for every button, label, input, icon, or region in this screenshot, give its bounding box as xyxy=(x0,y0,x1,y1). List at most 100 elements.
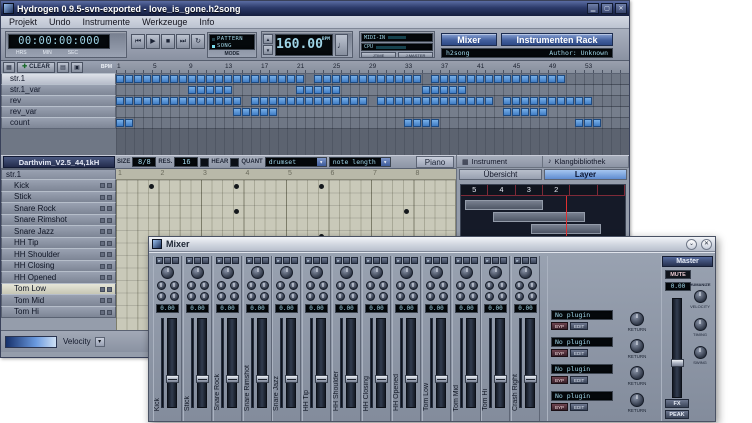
loop-button[interactable]: ↻ xyxy=(191,34,205,49)
volume-fader[interactable] xyxy=(167,318,177,408)
bpm-display[interactable]: 160.00BPM xyxy=(275,34,333,56)
solo-button[interactable] xyxy=(351,257,358,264)
maximize-button[interactable]: ▢ xyxy=(601,3,613,14)
fx-send-knob[interactable] xyxy=(366,292,375,301)
solo-button[interactable] xyxy=(262,257,269,264)
pattern-block[interactable] xyxy=(332,97,340,105)
pattern-ruler[interactable]: 12345678 xyxy=(116,169,456,180)
mixer-titlebar[interactable]: Mixer ⌄ ✕ xyxy=(149,237,715,252)
fx-bypass-button[interactable]: BYP xyxy=(551,349,568,357)
song-grid-row[interactable] xyxy=(116,96,629,107)
fader-handle[interactable] xyxy=(465,375,478,383)
sample-play-button[interactable]: ▸ xyxy=(156,257,163,264)
pattern-block[interactable] xyxy=(548,97,556,105)
layer-cell[interactable] xyxy=(570,185,597,195)
sample-play-button[interactable]: ▸ xyxy=(305,257,312,264)
pattern-block[interactable] xyxy=(512,108,520,116)
pan-knob[interactable] xyxy=(251,266,264,279)
mute-button[interactable] xyxy=(194,257,201,264)
instrument-solo-button[interactable] xyxy=(107,310,112,315)
fx-send-knob[interactable] xyxy=(379,281,388,290)
mute-button[interactable] xyxy=(254,257,261,264)
fx-return-knob[interactable] xyxy=(630,312,644,326)
pattern-block[interactable] xyxy=(458,86,466,94)
pattern-block[interactable] xyxy=(386,75,394,83)
sample-play-button[interactable]: ▸ xyxy=(186,257,193,264)
fx-send-knob[interactable] xyxy=(409,292,418,301)
pattern-block[interactable] xyxy=(485,75,493,83)
menu-werkzeuge[interactable]: Werkzeuge xyxy=(136,16,193,29)
mute-button[interactable] xyxy=(463,257,470,264)
pan-knob[interactable] xyxy=(430,266,443,279)
fx-send-knob[interactable] xyxy=(187,292,196,301)
fx-return-knob[interactable] xyxy=(630,393,644,407)
pattern-block[interactable] xyxy=(260,108,268,116)
pattern-block[interactable] xyxy=(233,75,241,83)
fx-send-knob[interactable] xyxy=(319,281,328,290)
pattern-block[interactable] xyxy=(260,75,268,83)
fx-send-knob[interactable] xyxy=(439,281,448,290)
hear-notes-toggle[interactable] xyxy=(200,158,209,167)
pattern-block[interactable] xyxy=(440,75,448,83)
instrument-mute-button[interactable] xyxy=(100,298,105,303)
pattern-block[interactable] xyxy=(314,86,322,94)
fader-handle[interactable] xyxy=(315,375,328,383)
pattern-block[interactable] xyxy=(170,97,178,105)
fx-send-knob[interactable] xyxy=(336,281,345,290)
draw-mode-button[interactable]: ▤ xyxy=(57,62,69,73)
fx-send-knob[interactable] xyxy=(515,281,524,290)
solo-button[interactable] xyxy=(530,257,537,264)
pattern-block[interactable] xyxy=(323,86,331,94)
fx-bypass-button[interactable]: BYP xyxy=(551,322,568,330)
pattern-block[interactable] xyxy=(512,97,520,105)
pattern-block[interactable] xyxy=(287,75,295,83)
volume-fader[interactable] xyxy=(466,318,476,408)
mute-button[interactable] xyxy=(224,257,231,264)
pan-knob[interactable] xyxy=(340,266,353,279)
swing-knob[interactable] xyxy=(694,346,707,359)
mixer-toggle-button[interactable]: Mixer xyxy=(441,33,497,46)
pattern-block[interactable] xyxy=(431,86,439,94)
tab-overview[interactable]: Übersicht xyxy=(459,169,542,180)
pattern-block[interactable] xyxy=(422,119,430,127)
pattern-block[interactable] xyxy=(341,97,349,105)
pattern-block[interactable] xyxy=(386,97,394,105)
mute-button[interactable] xyxy=(522,257,529,264)
instrument-mute-button[interactable] xyxy=(100,183,105,188)
clear-sequence-button[interactable]: ✚CLEAR xyxy=(17,62,55,73)
fx-send-knob[interactable] xyxy=(336,292,345,301)
pattern-block[interactable] xyxy=(224,75,232,83)
solo-button[interactable] xyxy=(471,257,478,264)
menu-info[interactable]: Info xyxy=(193,16,220,29)
fx-send-knob[interactable] xyxy=(515,292,524,301)
pattern-block[interactable] xyxy=(404,119,412,127)
pattern-block[interactable] xyxy=(296,86,304,94)
mute-button[interactable] xyxy=(343,257,350,264)
fx-edit-button[interactable]: EDIT xyxy=(570,403,588,411)
pattern-block[interactable] xyxy=(440,86,448,94)
fx-send-knob[interactable] xyxy=(366,281,375,290)
fx-send-knob[interactable] xyxy=(230,292,239,301)
pattern-block[interactable] xyxy=(332,86,340,94)
pattern-block[interactable] xyxy=(476,97,484,105)
instrument-solo-button[interactable] xyxy=(107,218,112,223)
fx-name-display[interactable]: No plugin xyxy=(551,310,613,320)
song-timeline-ruler[interactable]: 1591317212529333741454953 xyxy=(116,61,629,74)
fader-handle[interactable] xyxy=(375,375,388,383)
note-dot[interactable] xyxy=(149,184,154,189)
sample-play-button[interactable]: ▸ xyxy=(395,257,402,264)
instrument-solo-button[interactable] xyxy=(107,241,112,246)
fader-handle[interactable] xyxy=(226,375,239,383)
pattern-block[interactable] xyxy=(197,75,205,83)
close-button[interactable]: ✕ xyxy=(615,3,627,14)
fader-handle[interactable] xyxy=(166,375,179,383)
fx-send-knob[interactable] xyxy=(528,281,537,290)
tab-instrument[interactable]: ▦Instrument xyxy=(457,156,543,167)
pattern-block[interactable] xyxy=(305,97,313,105)
layer-cell[interactable]: 3 xyxy=(516,185,543,195)
pattern-block[interactable] xyxy=(125,75,133,83)
pattern-block[interactable] xyxy=(377,75,385,83)
pattern-block[interactable] xyxy=(269,97,277,105)
minimize-button[interactable]: ▁ xyxy=(587,3,599,14)
select-mode-button[interactable]: ▦ xyxy=(3,62,15,73)
